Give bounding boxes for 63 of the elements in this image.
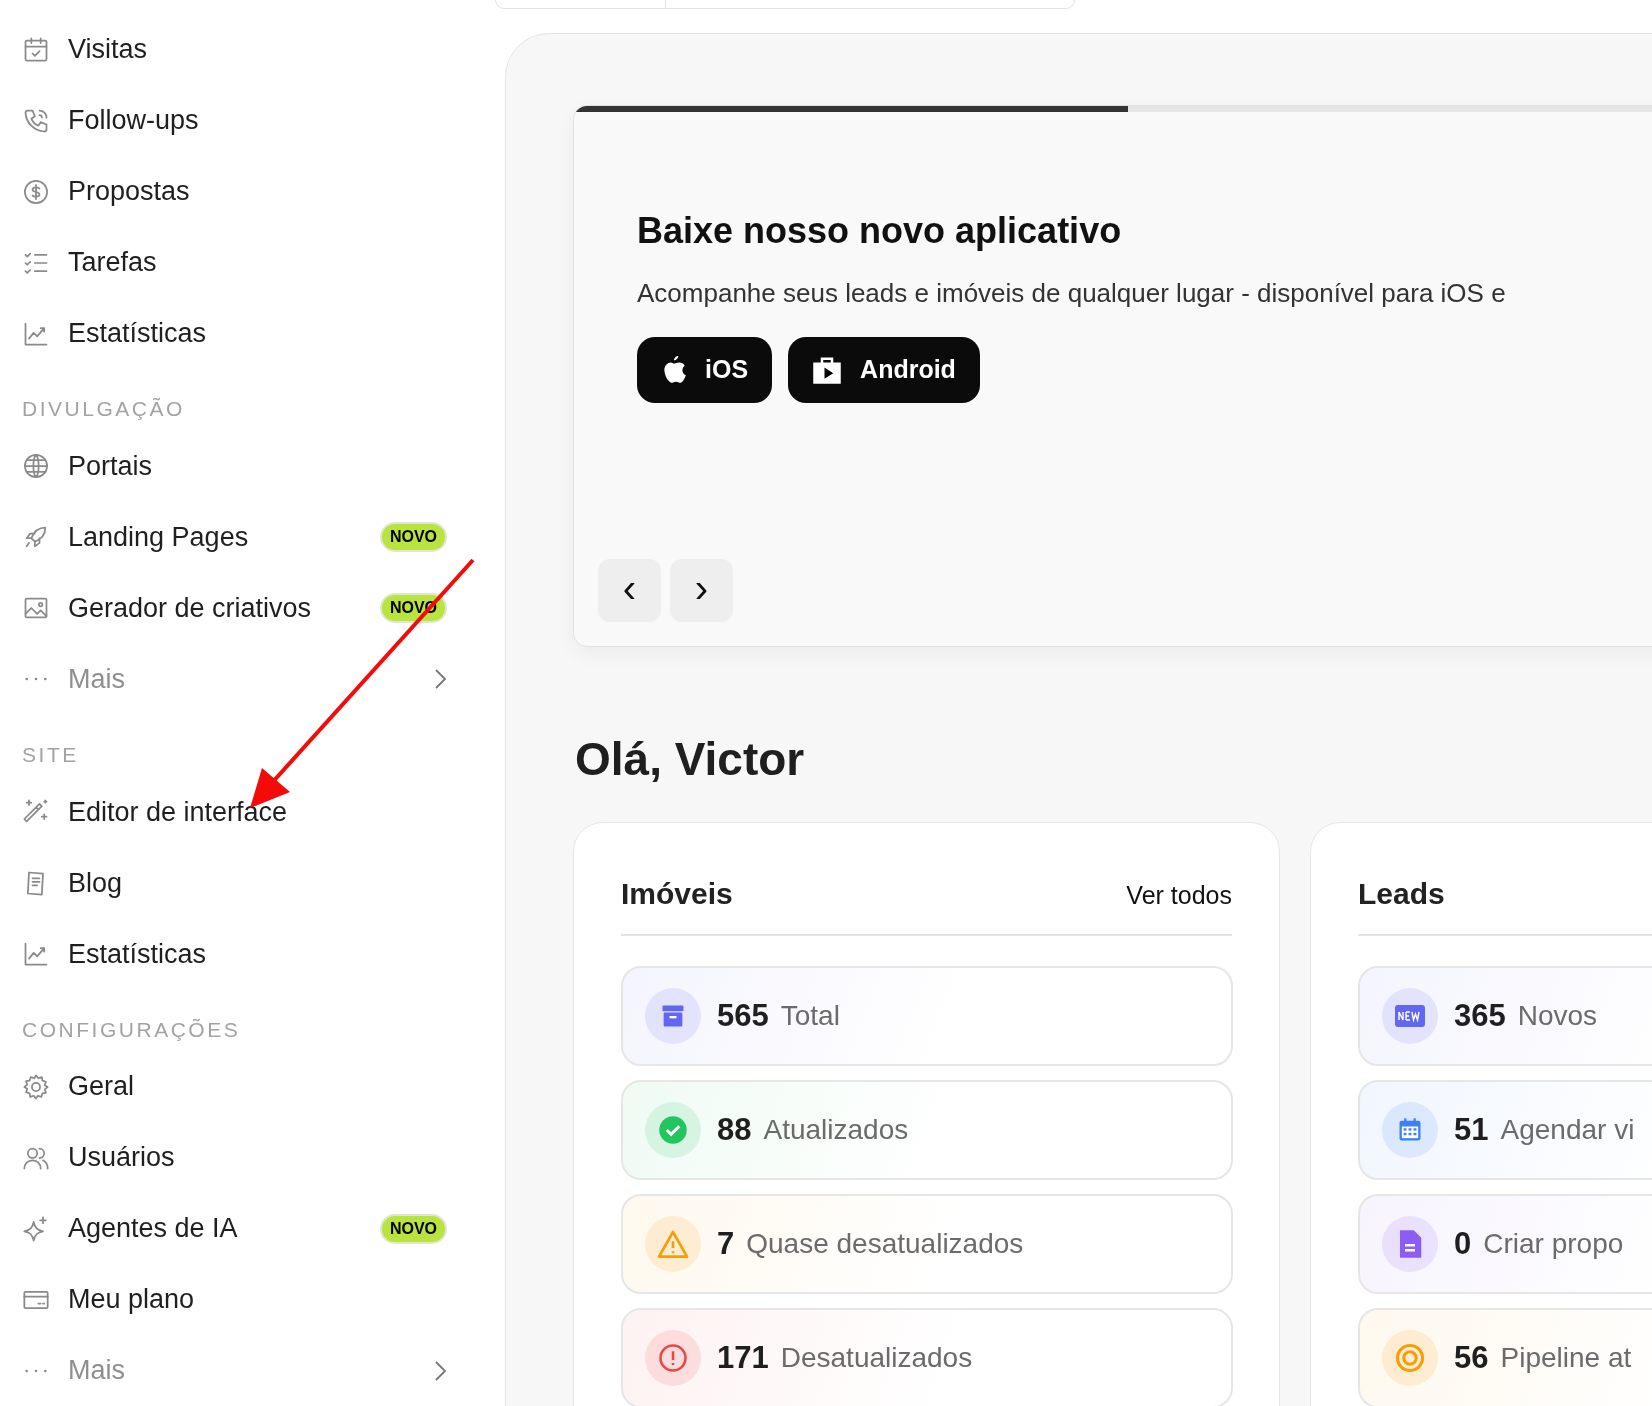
ios-button[interactable]: iOS [637,337,773,403]
sidebar-item[interactable]: Propostas [22,156,447,227]
sidebar-item[interactable]: Blog [22,847,447,919]
new-badge: NOVO [379,1213,447,1244]
sidebar-item[interactable]: Estatísticas [22,918,447,990]
new-badge: NOVO [379,522,447,553]
stat-label: Atualizados [763,1113,909,1147]
sidebar-item[interactable]: Follow-ups [22,85,447,156]
sidebar-item[interactable]: Tarefas [22,227,447,298]
stat-label: Novos [1517,999,1598,1033]
globe-icon [22,452,50,481]
dots-icon [24,1368,48,1373]
stat-row[interactable]: 7 Quase desatualizados [621,1194,1233,1294]
stat-row[interactable]: 171 Desatualizados [621,1308,1233,1406]
view-all-link[interactable]: Ver todos [1126,876,1232,916]
sparkle-icon [22,1214,50,1243]
chevron-right-icon [433,1358,447,1383]
banner-title: Baixe nosso novo aplicativo [637,209,1123,253]
dollar-circle-icon [22,177,50,206]
stat-row[interactable]: 51 Agendar vi [1358,1080,1652,1180]
section-heading: DIVULGAÇÃO [22,396,185,423]
stat-value: 0 [1454,1224,1472,1263]
settings-icon [22,1072,50,1101]
sidebar-item[interactable]: Landing Pages NOVO [22,501,447,573]
stat-value: 565 [717,996,769,1035]
sidebar-item[interactable]: Estatísticas [22,298,447,369]
stat-value: 7 [717,1224,735,1263]
stat-label: Quase desatualizados [746,1227,1024,1261]
sidebar-item[interactable]: Meu plano [22,1264,447,1335]
sidebar-item[interactable]: Geral [22,1051,447,1122]
sidebar-item[interactable]: Usuários [22,1122,447,1193]
stat-value: 365 [1454,996,1506,1035]
banner-text: Acompanhe seus leads e imóveis de qualquer lugar - disponível para iOS e [637,277,1507,310]
dots-icon [24,677,48,682]
apple-icon [661,355,687,385]
stat-value: 56 [1454,1338,1489,1377]
next-button[interactable]: › [670,559,733,622]
stat-label: Total [780,999,840,1033]
play-bag-icon [812,355,843,385]
stat-label: Pipeline at [1500,1341,1632,1375]
greeting: Olá, Victor [575,732,806,787]
stat-row[interactable]: 88 Atualizados [621,1080,1233,1180]
stat-label: Criar propo [1483,1227,1624,1261]
stat-row[interactable]: 365 Novos [1358,966,1652,1066]
sidebar-item[interactable]: Visitas [22,14,447,85]
calendar-check-icon [22,35,50,64]
card-title: Leads [1358,876,1445,912]
stat-row[interactable]: 565 Total [621,966,1233,1066]
section-heading: CONFIGURAÇÕES [22,1016,241,1043]
section-heading: SITE [22,741,79,768]
sidebar-item[interactable]: Agentes de IA NOVO [22,1193,447,1264]
stat-value: 88 [717,1110,752,1149]
stat-label: Agendar vi [1500,1113,1635,1147]
android-button[interactable]: Android [788,337,980,403]
stat-value: 51 [1454,1110,1489,1149]
card-title: Imóveis [621,876,733,912]
sidebar-item[interactable]: Portais [22,430,447,502]
stat-row[interactable]: 56 Pipeline at [1358,1308,1652,1406]
stat-value: 171 [717,1338,769,1377]
previous-button[interactable]: ‹ [598,559,661,622]
sidebar-item[interactable]: Editor de interface [22,776,447,848]
stat-label: Desatualizados [780,1341,973,1375]
stat-row[interactable]: 0 Criar propo [1358,1194,1652,1294]
